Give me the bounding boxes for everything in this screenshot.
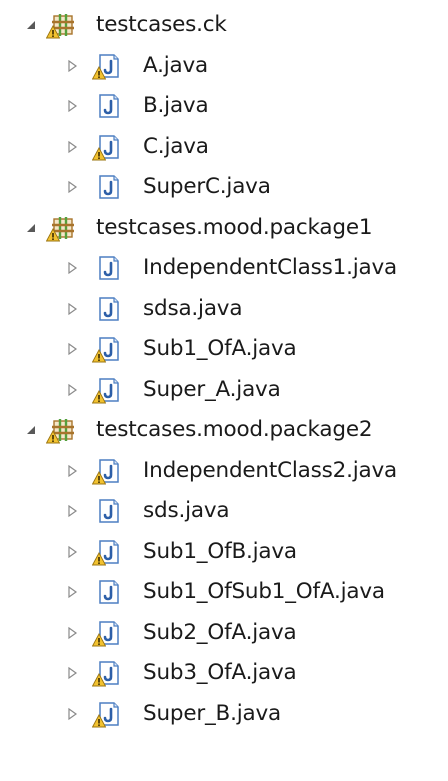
package-icon-wrapper — [46, 416, 76, 444]
expanded-triangle-icon[interactable] — [24, 221, 38, 235]
java-file-icon-wrapper — [94, 254, 122, 282]
warning-icon — [92, 470, 106, 484]
collapsed-triangle-icon[interactable] — [65, 302, 79, 316]
collapsed-triangle-icon[interactable] — [65, 585, 79, 599]
collapse-toggle[interactable] — [65, 464, 79, 478]
warning-icon — [92, 389, 106, 403]
file-label: C.java — [143, 133, 209, 159]
file-label: IndependentClass2.java — [143, 457, 397, 483]
collapsed-triangle-icon[interactable] — [65, 180, 79, 194]
collapsed-triangle-icon[interactable] — [65, 99, 79, 113]
java-file-icon — [99, 256, 119, 280]
warning-icon — [92, 65, 106, 79]
java-file-icon — [99, 580, 119, 604]
collapse-toggle[interactable] — [65, 261, 79, 275]
java-file-icon — [99, 94, 119, 118]
java-file-icon-wrapper — [94, 497, 122, 525]
package-icon-wrapper — [46, 11, 76, 39]
warning-icon — [46, 25, 60, 39]
file-label: B.java — [143, 93, 209, 118]
collapsed-triangle-icon[interactable] — [65, 707, 79, 721]
file-label: Super_B.java — [143, 700, 281, 726]
package-label: testcases.mood.package1 — [96, 214, 373, 240]
java-file-icon-wrapper — [92, 457, 122, 485]
collapse-toggle[interactable] — [65, 707, 79, 721]
expand-toggle[interactable] — [24, 221, 38, 235]
collapse-toggle[interactable] — [65, 59, 79, 73]
java-file-icon-wrapper — [92, 335, 122, 363]
java-file-icon-wrapper — [92, 700, 122, 728]
expanded-triangle-icon[interactable] — [24, 423, 38, 437]
expanded-triangle-icon[interactable] — [24, 18, 38, 32]
collapsed-triangle-icon[interactable] — [65, 626, 79, 640]
package-label: testcases.ck — [96, 12, 227, 37]
warning-icon — [92, 349, 106, 363]
java-file-icon-wrapper — [92, 376, 122, 404]
collapsed-triangle-icon[interactable] — [65, 59, 79, 73]
collapse-toggle[interactable] — [65, 585, 79, 599]
java-file-icon-wrapper — [92, 133, 122, 161]
collapse-toggle[interactable] — [65, 302, 79, 316]
java-file-icon-wrapper — [92, 619, 122, 647]
java-file-icon — [99, 175, 119, 199]
warning-icon — [92, 632, 106, 646]
collapse-toggle[interactable] — [65, 99, 79, 113]
collapse-toggle[interactable] — [65, 545, 79, 559]
package-icon-wrapper — [46, 214, 76, 242]
warning-icon — [46, 430, 60, 444]
collapse-toggle[interactable] — [65, 383, 79, 397]
warning-icon — [92, 673, 106, 687]
collapse-toggle[interactable] — [65, 180, 79, 194]
warning-icon — [46, 227, 60, 241]
file-label: sds.java — [143, 498, 230, 523]
file-label: Sub1_OfB.java — [143, 538, 297, 564]
file-label: IndependentClass1.java — [143, 255, 397, 280]
java-file-icon-wrapper — [92, 52, 122, 80]
file-label: A.java — [143, 52, 209, 78]
file-label: Sub3_OfA.java — [143, 660, 297, 685]
package-label: testcases.mood.package2 — [96, 417, 373, 442]
collapsed-triangle-icon[interactable] — [65, 261, 79, 275]
collapse-toggle[interactable] — [65, 504, 79, 518]
file-label: Sub1_OfSub1_OfA.java — [143, 579, 385, 604]
java-file-icon-wrapper — [92, 538, 122, 566]
file-label: Sub1_OfA.java — [143, 336, 297, 361]
collapsed-triangle-icon[interactable] — [65, 545, 79, 559]
java-file-icon — [99, 499, 119, 523]
expand-toggle[interactable] — [24, 423, 38, 437]
java-file-icon-wrapper — [94, 92, 122, 120]
expand-toggle[interactable] — [24, 18, 38, 32]
collapse-toggle[interactable] — [65, 626, 79, 640]
java-file-icon-wrapper — [94, 295, 122, 323]
file-label: sdsa.java — [143, 295, 243, 321]
warning-icon — [92, 146, 106, 160]
java-file-icon-wrapper — [94, 578, 122, 606]
file-label: Super_A.java — [143, 376, 281, 402]
collapsed-triangle-icon[interactable] — [65, 383, 79, 397]
collapsed-triangle-icon[interactable] — [65, 342, 79, 356]
warning-icon — [92, 713, 106, 727]
collapsed-triangle-icon[interactable] — [65, 140, 79, 154]
java-file-icon-wrapper — [94, 173, 122, 201]
collapse-toggle[interactable] — [65, 342, 79, 356]
collapsed-triangle-icon[interactable] — [65, 666, 79, 680]
collapsed-triangle-icon[interactable] — [65, 464, 79, 478]
java-file-icon-wrapper — [92, 659, 122, 687]
file-label: SuperC.java — [143, 174, 271, 199]
warning-icon — [92, 551, 106, 565]
collapse-toggle[interactable] — [65, 666, 79, 680]
java-file-icon — [99, 296, 119, 321]
file-label: Sub2_OfA.java — [143, 619, 297, 645]
collapse-toggle[interactable] — [65, 140, 79, 154]
collapsed-triangle-icon[interactable] — [65, 504, 79, 518]
